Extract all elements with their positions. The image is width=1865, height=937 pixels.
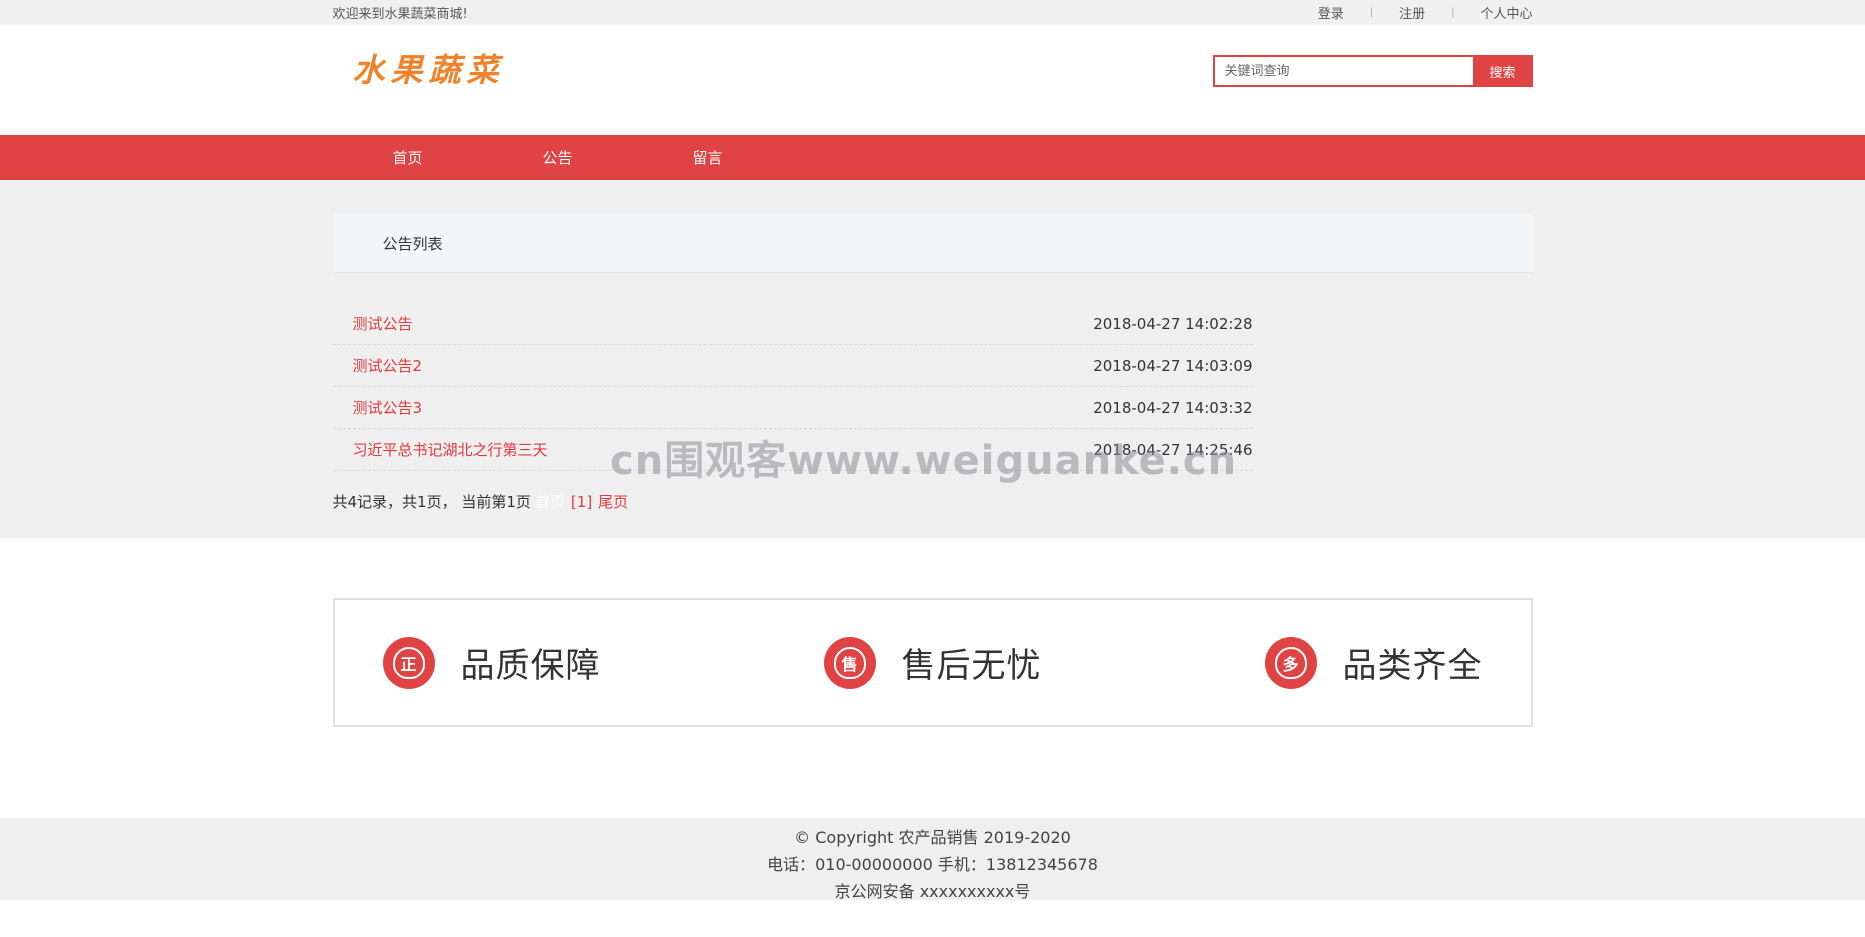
site-header: 水果蔬菜 搜索 [0, 25, 1865, 135]
list-item: 测试公告2 2018-04-27 14:03:09 [332, 345, 1253, 387]
welcome-text: 欢迎来到水果蔬菜商城! [332, 7, 468, 22]
feature-aftersale: 售 售后无忧 [823, 636, 1042, 689]
notice-link[interactable]: 测试公告 [353, 313, 413, 334]
aftersale-shield-icon: 售 [823, 636, 876, 689]
quality-shield-icon: 正 [382, 636, 435, 689]
footer-copyright: © Copyright 农产品销售 2019-2020 [794, 828, 1071, 847]
user-center-link[interactable]: 个人中心 [1480, 3, 1532, 22]
feature-variety: 多 品类齐全 [1264, 636, 1483, 689]
feature-label: 售后无忧 [901, 646, 1042, 686]
nav-item-notices[interactable]: 公告 [483, 147, 633, 168]
nav-item-home[interactable]: 首页 [333, 147, 483, 168]
notice-time: 2018-04-27 14:03:32 [1093, 398, 1253, 417]
notice-link[interactable]: 测试公告2 [353, 355, 423, 376]
login-link[interactable]: 登录 [1318, 3, 1344, 22]
aftersale-icon-glyph: 售 [833, 646, 866, 679]
feature-label: 品质保障 [460, 646, 601, 686]
features-box: 正 品质保障 售 售后无忧 多 品类齐全 [332, 598, 1533, 727]
separator: | [1451, 7, 1455, 18]
footer-contact: 电话：010-00000000 手机：13812345678 [767, 855, 1098, 874]
quality-icon-glyph: 正 [392, 646, 425, 679]
variety-shield-icon: 多 [1264, 636, 1317, 689]
notice-list-title: 公告列表 [332, 214, 1533, 273]
separator: | [1369, 7, 1374, 18]
search-bar: 搜索 [1212, 55, 1533, 87]
main-nav: 首页 公告 留言 [0, 135, 1865, 180]
top-links: 登录 | 注册 | 个人中心 [1318, 3, 1533, 22]
pager-page-1[interactable]: [1] [571, 493, 592, 511]
list-item: 测试公告3 2018-04-27 14:03:32 [332, 387, 1253, 429]
nav-item-messages[interactable]: 留言 [633, 147, 783, 168]
features-section: 正 品质保障 售 售后无忧 多 品类齐全 [0, 538, 1865, 818]
notice-list: 测试公告 2018-04-27 14:02:28 测试公告2 2018-04-2… [332, 303, 1253, 471]
notice-link[interactable]: 测试公告3 [353, 397, 423, 418]
pagination: 共4记录，共1页， 当前第1页 首页 [1] 尾页 [333, 491, 1533, 512]
search-button[interactable]: 搜索 [1472, 55, 1533, 87]
register-link[interactable]: 注册 [1399, 3, 1425, 22]
notice-time: 2018-04-27 14:02:28 [1093, 314, 1253, 333]
pager-first[interactable]: 首页 [535, 491, 565, 512]
site-footer: © Copyright 农产品销售 2019-2020 电话：010-00000… [0, 818, 1865, 901]
feature-quality: 正 品质保障 [382, 636, 601, 689]
notice-link[interactable]: 习近平总书记湖北之行第三天 [353, 439, 548, 460]
notice-time: 2018-04-27 14:25:46 [1093, 440, 1253, 459]
pager-last[interactable]: 尾页 [598, 491, 628, 512]
top-bar: 欢迎来到水果蔬菜商城! 登录 | 注册 | 个人中心 [0, 0, 1865, 25]
main-content: 公告列表 测试公告 2018-04-27 14:02:28 测试公告2 2018… [0, 180, 1865, 538]
list-item: 习近平总书记湖北之行第三天 2018-04-27 14:25:46 [332, 429, 1253, 471]
list-item: 测试公告 2018-04-27 14:02:28 [332, 303, 1253, 345]
footer-icp: 京公网安备 xxxxxxxxxx号 [834, 882, 1031, 901]
variety-icon-glyph: 多 [1274, 646, 1307, 679]
site-logo[interactable]: 水果蔬菜 [353, 45, 505, 91]
feature-label: 品类齐全 [1342, 646, 1483, 686]
search-input[interactable] [1212, 55, 1473, 87]
notice-time: 2018-04-27 14:03:09 [1093, 356, 1253, 375]
pager-summary: 共4记录，共1页， 当前第1页 [332, 493, 531, 511]
